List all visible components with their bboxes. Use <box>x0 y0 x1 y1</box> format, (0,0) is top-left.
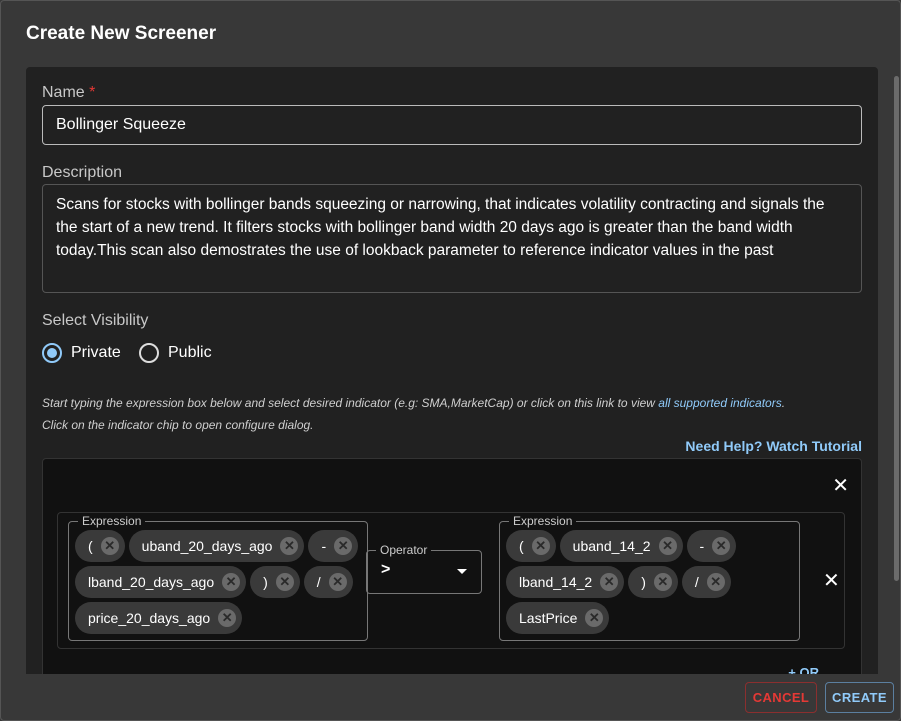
name-input[interactable]: Bollinger Squeeze <box>42 105 862 145</box>
right-chips: (✕ uband_14_2 ✕ - ✕ lband_14_2 ✕) ✕ / ✕ LastPrice ✕ <box>506 530 793 634</box>
hint-line1: Start typing the expression box below an… <box>42 396 659 410</box>
chip-label: uband_14_2 <box>572 538 651 554</box>
dropdown-arrow-icon <box>457 569 467 574</box>
expression-chip[interactable]: lband_14_2 ✕ <box>506 566 625 598</box>
name-label: Name * <box>42 84 95 102</box>
operator-select[interactable]: Operator > <box>366 543 482 594</box>
chip-label: - <box>699 538 705 554</box>
hint-text: Start typing the expression box below an… <box>42 396 785 410</box>
watch-tutorial-link[interactable]: Need Help? Watch Tutorial <box>685 438 862 454</box>
expression-chip[interactable]: / ✕ <box>681 566 731 598</box>
visibility-label: Select Visibility <box>42 312 149 329</box>
expression-chip[interactable]: price_20_days_ago ✕ <box>75 602 243 634</box>
scrollbar[interactable] <box>894 76 899 581</box>
chip-label: ( <box>519 538 524 554</box>
remove-group-close-icon[interactable]: ✕ <box>832 473 849 498</box>
expression-chip[interactable]: uband_14_2 ✕ <box>559 530 683 562</box>
remove-condition-close-icon[interactable]: ✕ <box>823 568 840 593</box>
hint-period: . <box>781 396 786 410</box>
chip-remove-icon[interactable]: ✕ <box>222 573 241 591</box>
chip-remove-icon[interactable]: ✕ <box>334 537 353 555</box>
add-or-button[interactable]: + OR <box>788 665 819 674</box>
chip-remove-icon[interactable]: ✕ <box>328 573 347 591</box>
chip-remove-icon[interactable]: ✕ <box>218 609 237 627</box>
chip-remove-icon[interactable]: ✕ <box>585 609 604 627</box>
expression-chip[interactable]: - ✕ <box>686 530 737 562</box>
chip-label: ) <box>641 574 646 590</box>
chip-remove-icon[interactable]: ✕ <box>280 537 299 555</box>
radio-public-label: Public <box>168 344 212 361</box>
required-mark: * <box>89 84 96 101</box>
expression-chip[interactable]: / ✕ <box>303 566 353 598</box>
radio-public[interactable]: Public <box>139 343 212 363</box>
chip-label: lband_20_days_ago <box>88 574 215 590</box>
left-expression-label: Expression <box>78 514 146 528</box>
radio-unchecked-icon[interactable] <box>139 343 159 363</box>
name-label-text: Name <box>42 84 85 101</box>
condition-row: Expression (✕ uband_20_days_ago ✕ - ✕ lband_2… <box>57 512 845 649</box>
expression-chip[interactable]: ) ✕ <box>250 566 300 598</box>
chip-label: ) <box>263 574 268 590</box>
chip-label: LastPrice <box>519 610 578 626</box>
chip-remove-icon[interactable]: ✕ <box>100 537 119 555</box>
operator-value: > <box>381 561 391 578</box>
chip-label: lband_14_2 <box>519 574 593 590</box>
chip-label: uband_20_days_ago <box>141 538 273 554</box>
cancel-button[interactable]: CANCEL <box>745 682 817 713</box>
chip-remove-icon[interactable]: ✕ <box>600 573 619 591</box>
form-panel: Name * Bollinger Squeeze Description Sca… <box>26 67 878 674</box>
condition-group: ✕ Expression (✕ uband_20_days_ago ✕ - ✕ lband… <box>42 458 862 674</box>
chip-remove-icon[interactable]: ✕ <box>653 573 672 591</box>
chip-label: / <box>694 574 699 590</box>
expression-chip[interactable]: ) ✕ <box>628 566 678 598</box>
chip-label: ( <box>88 538 93 554</box>
chip-label: - <box>321 538 327 554</box>
chip-remove-icon[interactable]: ✕ <box>275 573 294 591</box>
expression-chip[interactable]: lband_20_days_ago ✕ <box>75 566 247 598</box>
operator-label: Operator <box>376 543 432 557</box>
chip-remove-icon[interactable]: ✕ <box>712 537 731 555</box>
expression-chip[interactable]: (✕ <box>75 530 125 562</box>
expression-chip[interactable]: - ✕ <box>308 530 359 562</box>
supported-indicators-link[interactable]: all supported indicators <box>658 396 781 410</box>
description-label: Description <box>42 164 123 181</box>
radio-private[interactable]: Private <box>42 343 121 363</box>
left-chips: (✕ uband_20_days_ago ✕ - ✕ lband_20_days_ago ✕… <box>75 530 361 634</box>
chip-remove-icon[interactable]: ✕ <box>658 537 677 555</box>
create-screener-dialog: Create New Screener Name * Bollinger Squ… <box>0 0 901 721</box>
right-expression-label: Expression <box>509 514 577 528</box>
hint-line2: Click on the indicator chip to open conf… <box>42 418 314 432</box>
expression-chip[interactable]: (✕ <box>506 530 556 562</box>
dialog-title: Create New Screener <box>26 23 217 44</box>
description-input[interactable]: Scans for stocks with bollinger bands sq… <box>42 184 862 293</box>
left-expression-box[interactable]: Expression (✕ uband_20_days_ago ✕ - ✕ lband_2… <box>68 514 368 641</box>
chip-label: / <box>316 574 321 590</box>
chip-remove-icon[interactable]: ✕ <box>531 537 550 555</box>
radio-private-label: Private <box>71 344 121 361</box>
chip-remove-icon[interactable]: ✕ <box>706 573 725 591</box>
create-button[interactable]: CREATE <box>825 682 894 713</box>
expression-chip[interactable]: LastPrice ✕ <box>506 602 610 634</box>
chip-label: price_20_days_ago <box>88 610 211 626</box>
expression-chip[interactable]: uband_20_days_ago ✕ <box>128 530 305 562</box>
right-expression-box[interactable]: Expression (✕ uband_14_2 ✕ - ✕ lband_14_2 ✕) ✕ /… <box>499 514 800 641</box>
radio-checked-icon[interactable] <box>42 343 62 363</box>
